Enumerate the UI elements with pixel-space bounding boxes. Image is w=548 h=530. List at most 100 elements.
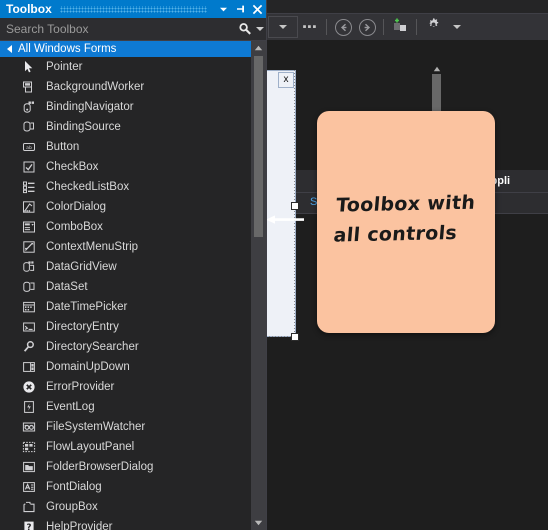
toolbox-item-label: ErrorProvider <box>46 381 115 393</box>
toolbox-item-label: DataSet <box>46 281 88 293</box>
scroll-down-icon[interactable] <box>251 516 266 530</box>
chevron-down-icon <box>279 25 287 29</box>
toolbox-item-label: BindingSource <box>46 121 121 133</box>
toolbox-item-list[interactable]: Pointer BackgroundWorker BindingNavigator B… <box>0 57 251 530</box>
screenshot-root: ▪▪▪ S x Toolbox with all controls Toolbo… <box>0 0 548 530</box>
button-icon: ab <box>18 140 40 154</box>
toolbox-item-checkbox[interactable]: CheckBox <box>0 157 251 177</box>
toolbox-item-label: BackgroundWorker <box>46 81 145 93</box>
category-all-windows-forms[interactable]: All Windows Forms <box>0 41 251 57</box>
combobox-icon <box>18 220 40 234</box>
toolbox-item-label: ColorDialog <box>46 201 107 213</box>
toolbox-item-dataset[interactable]: DataSet <box>0 277 251 297</box>
add-new-item[interactable] <box>388 16 412 38</box>
selection-handle[interactable] <box>291 333 299 341</box>
colordialog-icon <box>18 200 40 214</box>
toolbar-separator-2 <box>383 19 384 35</box>
close-icon[interactable] <box>249 0 266 18</box>
chevron-down-glyph <box>256 27 264 31</box>
toolbox-title-bar: Toolbox <box>0 0 266 18</box>
toolbox-item-label: FontDialog <box>46 481 102 493</box>
toolbox-item-filesystemwatcher[interactable]: FileSystemWatcher <box>0 417 251 437</box>
toolbox-scrollbar-thumb[interactable] <box>254 56 263 237</box>
selection-handle[interactable] <box>291 202 299 210</box>
toolbox-item-label: DomainUpDown <box>46 361 130 373</box>
navigate-back[interactable] <box>331 16 355 38</box>
toolbox-item-backgroundworker[interactable]: BackgroundWorker <box>0 77 251 97</box>
toolbox-item-directorysearcher[interactable]: DirectorySearcher <box>0 337 251 357</box>
errorprovider-icon <box>18 380 40 394</box>
toolbox-item-label: DataGridView <box>46 261 117 273</box>
toolbar-separator-3 <box>416 19 417 35</box>
toolbox-item-label: DirectorySearcher <box>46 341 139 353</box>
search-placeholder: Search Toolbox <box>6 22 89 36</box>
toolbox-item-checkedlistbox[interactable]: CheckedListBox <box>0 177 251 197</box>
toolbox-item-pointer[interactable]: Pointer <box>0 57 251 77</box>
toolbox-item-datagridview[interactable]: DataGridView <box>0 257 251 277</box>
svg-text:ab: ab <box>26 145 32 151</box>
annotation-sticky-note: Toolbox with all controls <box>317 111 495 333</box>
toolbox-item-button[interactable]: ab Button <box>0 137 251 157</box>
helpprovider-icon: ? <box>18 520 40 530</box>
toolbox-item-label: CheckedListBox <box>46 181 130 193</box>
svg-text:?: ? <box>27 523 32 530</box>
toolbox-item-colordialog[interactable]: ColorDialog <box>0 197 251 217</box>
bindingsource-icon <box>18 120 40 134</box>
toolbox-item-contextmenustrip[interactable]: ContextMenuStrip <box>0 237 251 257</box>
add-item-icon <box>392 17 408 38</box>
arrow-right-icon <box>358 18 376 36</box>
scroll-up-icon[interactable] <box>431 64 442 73</box>
gear-icon <box>426 17 441 37</box>
toolbox-item-helpprovider[interactable]: ? HelpProvider <box>0 517 251 530</box>
annotation-arrow <box>266 212 304 224</box>
search-dropdown-chevron-down-icon[interactable] <box>254 27 266 31</box>
toolbar-separator-1 <box>326 19 327 35</box>
toolbox-item-groupbox[interactable]: GroupBox <box>0 497 251 517</box>
fontdialog-icon <box>18 480 40 494</box>
toolbox-item-datetimepicker[interactable]: DateTimePicker <box>0 297 251 317</box>
toolbox-item-domainupdown[interactable]: DomainUpDown <box>0 357 251 377</box>
form-close-button[interactable]: x <box>278 72 294 88</box>
title-bar-grip[interactable] <box>59 5 207 13</box>
datagridview-icon <box>18 260 40 274</box>
toolbar-dropdown[interactable] <box>268 16 298 38</box>
toolbox-item-label: DateTimePicker <box>46 301 128 313</box>
settings-dropdown[interactable] <box>445 16 469 38</box>
settings[interactable] <box>421 16 445 38</box>
toolbox-item-label: ContextMenuStrip <box>46 241 139 253</box>
toolbox-item-eventlog[interactable]: EventLog <box>0 397 251 417</box>
pointer-icon <box>18 60 40 74</box>
toolbox-item-bindingsource[interactable]: BindingSource <box>0 117 251 137</box>
scroll-up-icon[interactable] <box>251 41 266 55</box>
toolbox-item-flowlayoutpanel[interactable]: FlowLayoutPanel <box>0 437 251 457</box>
expander-collapsed-icon[interactable] <box>7 45 12 53</box>
bindingnavigator-icon <box>18 100 40 114</box>
toolbox-scrollbar[interactable] <box>251 41 266 530</box>
toolbox-item-bindingnavigator[interactable]: BindingNavigator <box>0 97 251 117</box>
groupbox-icon <box>18 500 40 514</box>
datetimepicker-icon <box>18 300 40 314</box>
search-input[interactable]: Search Toolbox <box>0 18 266 41</box>
search-icon[interactable] <box>236 22 254 36</box>
flowlayoutpanel-icon <box>18 440 40 454</box>
pin-icon[interactable] <box>232 0 249 18</box>
chevron-down-icon <box>453 25 461 29</box>
folderbrowserdialog-icon <box>18 460 40 474</box>
checkedlistbox-icon <box>18 180 40 194</box>
eventlog-icon <box>18 400 40 414</box>
toolbox-item-folderbrowserdialog[interactable]: FolderBrowserDialog <box>0 457 251 477</box>
toolbox-item-fontdialog[interactable]: FontDialog <box>0 477 251 497</box>
category-label: All Windows Forms <box>18 43 117 55</box>
toolbox-item-label: DirectoryEntry <box>46 321 119 333</box>
toolbox-item-label: FileSystemWatcher <box>46 421 146 433</box>
filesystemwatcher-icon <box>18 420 40 434</box>
directoryentry-icon <box>18 320 40 334</box>
toolbar-overflow[interactable]: ▪▪▪ <box>298 16 322 38</box>
toolbox-item-combobox[interactable]: ComboBox <box>0 217 251 237</box>
backgroundworker-icon <box>18 80 40 94</box>
toolbox-item-directoryentry[interactable]: DirectoryEntry <box>0 317 251 337</box>
toolbox-item-errorprovider[interactable]: ErrorProvider <box>0 377 251 397</box>
toolbox-item-label: BindingNavigator <box>46 101 134 113</box>
window-menu-chevron-icon[interactable] <box>215 0 232 18</box>
navigate-forward[interactable] <box>355 16 379 38</box>
